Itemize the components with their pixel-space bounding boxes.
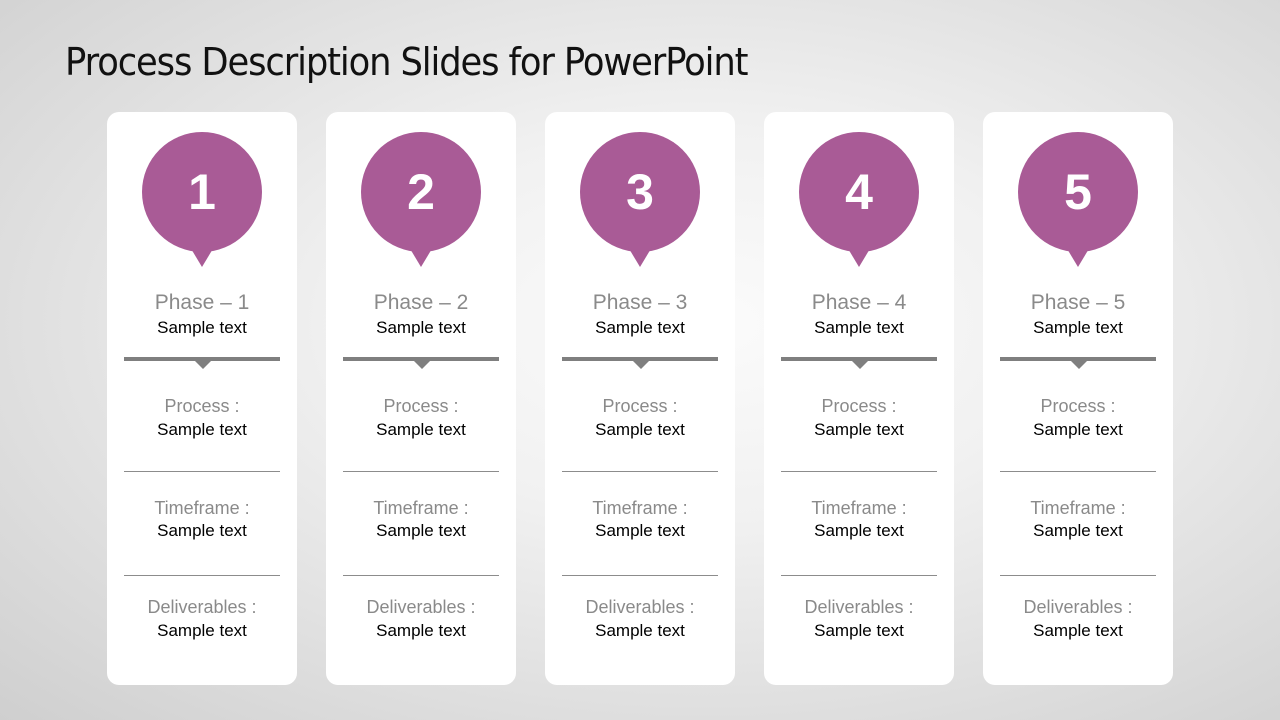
timeframe-label: Timeframe : bbox=[1030, 498, 1126, 518]
phase-title: Phase – 4 bbox=[811, 291, 907, 314]
divider-arrow-icon bbox=[195, 361, 211, 369]
deliverables-value: Sample text bbox=[595, 621, 685, 640]
divider bbox=[1000, 575, 1156, 576]
divider-arrow-icon bbox=[852, 361, 868, 369]
phase-number: 1 bbox=[188, 164, 216, 220]
divider bbox=[124, 575, 280, 576]
phase-number: 3 bbox=[626, 164, 654, 220]
process-label: Process : bbox=[383, 396, 459, 416]
deliverables-value: Sample text bbox=[814, 621, 904, 640]
deliverables-label: Deliverables : bbox=[366, 597, 476, 617]
divider bbox=[562, 471, 718, 472]
phase-subtitle: Sample text bbox=[814, 318, 904, 337]
phase-number: 4 bbox=[845, 164, 873, 220]
divider bbox=[124, 471, 280, 472]
phase-number: 2 bbox=[407, 164, 435, 220]
divider-arrow-icon bbox=[1071, 361, 1087, 369]
timeframe-value: Sample text bbox=[595, 521, 685, 540]
process-label: Process : bbox=[821, 396, 897, 416]
timeframe-label: Timeframe : bbox=[592, 498, 688, 518]
divider bbox=[781, 575, 937, 576]
timeframe-value: Sample text bbox=[1033, 521, 1123, 540]
phase-title: Phase – 5 bbox=[1030, 291, 1126, 314]
divider bbox=[343, 471, 499, 472]
deliverables-value: Sample text bbox=[1033, 621, 1123, 640]
divider-arrow-icon bbox=[414, 361, 430, 369]
process-label: Process : bbox=[602, 396, 678, 416]
process-label: Process : bbox=[1040, 396, 1116, 416]
timeframe-value: Sample text bbox=[157, 521, 247, 540]
deliverables-value: Sample text bbox=[376, 621, 466, 640]
phase-subtitle: Sample text bbox=[157, 318, 247, 337]
deliverables-value: Sample text bbox=[157, 621, 247, 640]
phase-subtitle: Sample text bbox=[376, 318, 466, 337]
slide-title: Process Description Slides for PowerPoin… bbox=[65, 40, 748, 84]
deliverables-label: Deliverables : bbox=[147, 597, 257, 617]
timeframe-value: Sample text bbox=[376, 521, 466, 540]
phase-card: 5 Phase – 5 Sample text Process : Sample… bbox=[983, 112, 1173, 685]
number-pin: 3 bbox=[580, 132, 700, 267]
phase-card: 2 Phase – 2 Sample text Process : Sample… bbox=[326, 112, 516, 685]
timeframe-label: Timeframe : bbox=[154, 498, 250, 518]
process-value: Sample text bbox=[595, 420, 685, 439]
timeframe-label: Timeframe : bbox=[811, 498, 907, 518]
divider bbox=[781, 471, 937, 472]
phase-title: Phase – 3 bbox=[592, 291, 688, 314]
phase-number: 5 bbox=[1064, 164, 1092, 220]
phase-subtitle: Sample text bbox=[1033, 318, 1123, 337]
divider bbox=[1000, 471, 1156, 472]
number-pin: 5 bbox=[1018, 132, 1138, 267]
divider-arrow-icon bbox=[633, 361, 649, 369]
process-value: Sample text bbox=[376, 420, 466, 439]
phase-card: 3 Phase – 3 Sample text Process : Sample… bbox=[545, 112, 735, 685]
process-label: Process : bbox=[164, 396, 240, 416]
phase-card: 1 Phase – 1 Sample text Process : Sample… bbox=[107, 112, 297, 685]
process-value: Sample text bbox=[814, 420, 904, 439]
timeframe-label: Timeframe : bbox=[373, 498, 469, 518]
phase-subtitle: Sample text bbox=[595, 318, 685, 337]
divider bbox=[343, 575, 499, 576]
phase-card: 4 Phase – 4 Sample text Process : Sample… bbox=[764, 112, 954, 685]
number-pin: 4 bbox=[799, 132, 919, 267]
divider bbox=[562, 575, 718, 576]
deliverables-label: Deliverables : bbox=[1023, 597, 1133, 617]
number-pin: 1 bbox=[142, 132, 262, 267]
deliverables-label: Deliverables : bbox=[804, 597, 914, 617]
number-pin: 2 bbox=[361, 132, 481, 267]
process-value: Sample text bbox=[1033, 420, 1123, 439]
phase-title: Phase – 1 bbox=[154, 291, 250, 314]
timeframe-value: Sample text bbox=[814, 521, 904, 540]
phase-title: Phase – 2 bbox=[373, 291, 469, 314]
deliverables-label: Deliverables : bbox=[585, 597, 695, 617]
process-value: Sample text bbox=[157, 420, 247, 439]
